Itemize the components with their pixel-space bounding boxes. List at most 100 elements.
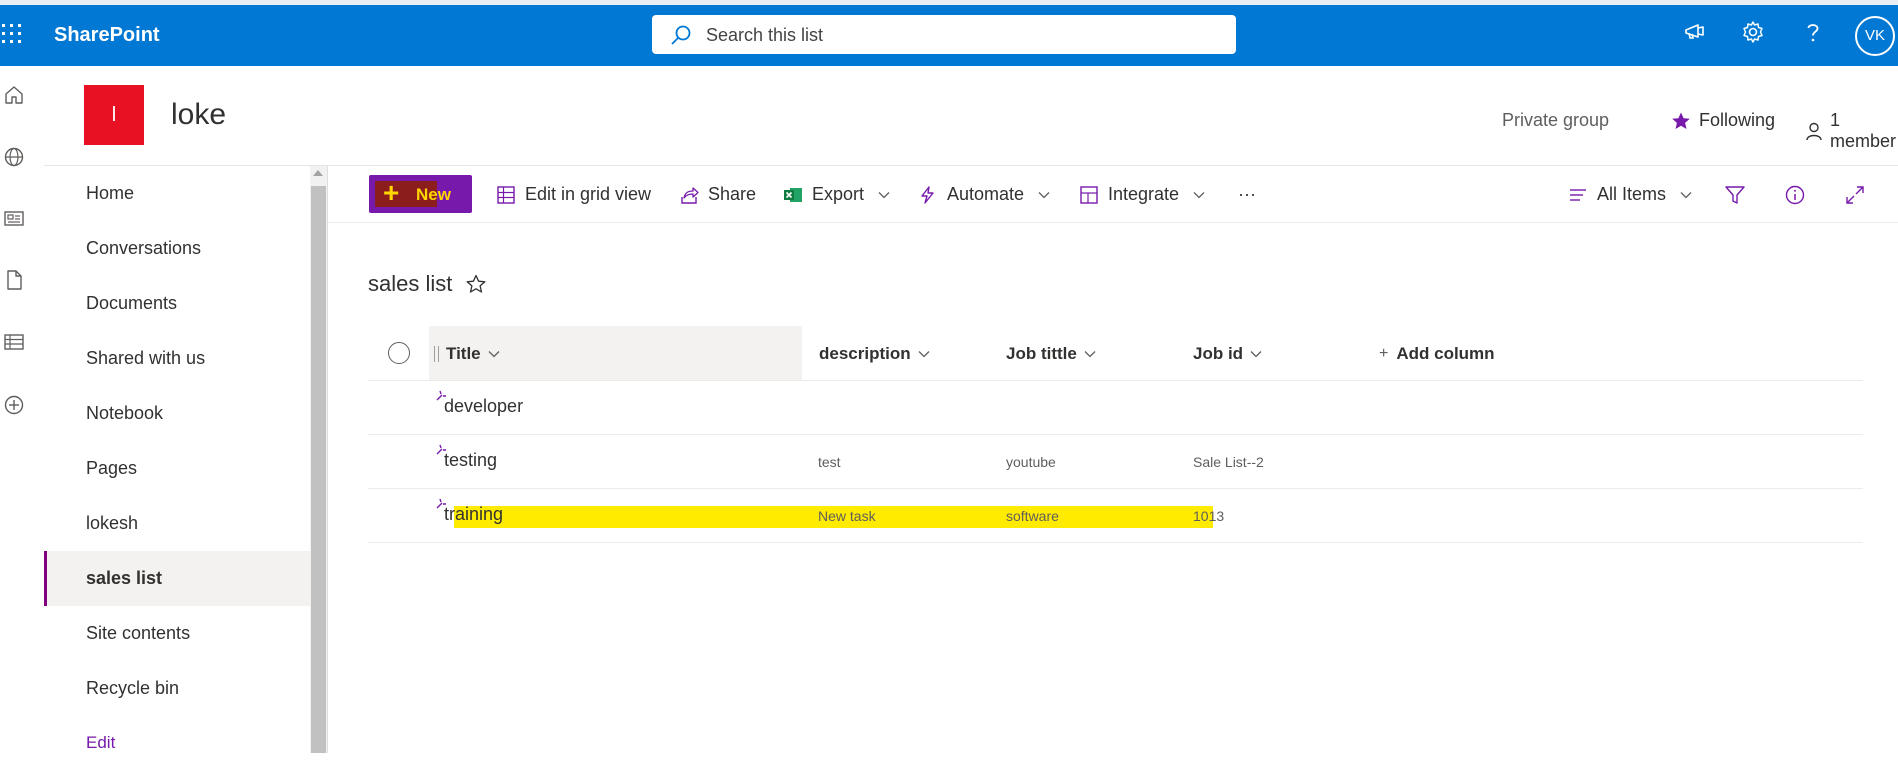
star-filled-icon (1671, 111, 1691, 131)
select-all-checkbox[interactable] (388, 342, 410, 364)
new-button[interactable]: + New (369, 175, 472, 213)
site-logo[interactable]: l (84, 85, 144, 145)
command-bar: + New Edit in grid view Share Export Aut… (328, 166, 1898, 223)
add-column-button[interactable]: + Add column (1379, 344, 1495, 364)
favorite-star-icon[interactable] (466, 274, 486, 294)
info-icon[interactable] (1784, 184, 1806, 206)
nav-item-label: Documents (86, 293, 178, 313)
nav-edit-link[interactable]: Edit (44, 716, 310, 771)
user-avatar[interactable]: VK (1855, 16, 1895, 56)
news-icon[interactable] (3, 207, 25, 229)
search-icon (670, 24, 692, 46)
nav-item-home[interactable]: Home (44, 166, 310, 221)
person-icon (1804, 121, 1824, 141)
new-button-label: New (416, 185, 451, 204)
globe-icon[interactable] (3, 146, 25, 168)
add-column-label: Add column (1396, 344, 1495, 363)
cell-description: New task (818, 508, 876, 524)
nav-item-label: lokesh (86, 513, 139, 533)
cell-title[interactable]: developer (444, 396, 523, 417)
cell-job-id: Sale List--2 (1193, 454, 1264, 470)
table-row[interactable]: training New task software 1013 (368, 489, 1863, 543)
nav-item-lokesh[interactable]: lokesh (44, 496, 310, 551)
view-label: All Items (1597, 184, 1667, 204)
megaphone-icon[interactable] (1683, 20, 1707, 44)
share-label: Share (708, 184, 757, 204)
nav-item-label: Recycle bin (86, 678, 180, 698)
automate-button[interactable]: Automate (918, 184, 1051, 205)
nav-item-label: Notebook (86, 403, 164, 423)
nav-item-shared-with-us[interactable]: Shared with us (44, 331, 310, 386)
members-label: 1 member (1830, 110, 1897, 151)
nav-item-label: Site contents (86, 623, 191, 643)
nav-item-documents[interactable]: Documents (44, 276, 310, 331)
scroll-up-arrow[interactable] (313, 170, 323, 176)
cell-title[interactable]: testing (444, 450, 497, 471)
search-box[interactable]: Search this list (652, 15, 1236, 54)
nav-item-pages[interactable]: Pages (44, 441, 310, 496)
column-header-job-tittle[interactable]: Job tittle (1006, 344, 1097, 364)
export-button[interactable]: Export (783, 184, 891, 205)
edit-grid-button[interactable]: Edit in grid view (496, 184, 651, 205)
site-header: l loke Private group Following 1 member (44, 66, 1898, 166)
expand-icon[interactable] (1844, 184, 1866, 206)
excel-icon (783, 185, 803, 205)
chevron-down-icon (1192, 188, 1206, 202)
top-strip (0, 0, 1898, 5)
plus-icon: + (383, 177, 400, 208)
suite-bar: SharePoint Search this list VK (0, 0, 1898, 66)
cell-job-title: software (1006, 508, 1059, 524)
edit-grid-label: Edit in grid view (525, 184, 652, 204)
search-input[interactable]: Search this list (706, 25, 823, 46)
integrate-label: Integrate (1108, 184, 1180, 204)
nav-item-label: Conversations (86, 238, 202, 258)
column-header-label: Job tittle (1006, 344, 1077, 363)
app-launcher-icon[interactable] (0, 22, 26, 48)
more-actions-button[interactable]: ··· (1238, 184, 1256, 205)
chevron-down-icon (917, 347, 931, 361)
list-icon[interactable] (3, 331, 25, 353)
help-icon[interactable] (1801, 20, 1825, 44)
share-icon (679, 185, 699, 205)
filter-icon[interactable] (1724, 184, 1746, 206)
view-switcher[interactable]: All Items (1568, 184, 1693, 205)
share-button[interactable]: Share (679, 184, 756, 205)
gear-icon[interactable] (1741, 20, 1765, 44)
following-button[interactable]: Following (1671, 110, 1775, 131)
automate-icon (918, 185, 938, 205)
column-header-label: description (819, 344, 911, 363)
chevron-down-icon (1679, 188, 1693, 202)
nav-item-site-contents[interactable]: Site contents (44, 606, 310, 661)
file-icon[interactable] (3, 269, 25, 291)
nav-item-sales-list[interactable]: sales list (44, 551, 310, 606)
column-header-title[interactable]: Title (434, 344, 501, 364)
automate-label: Automate (947, 184, 1025, 204)
following-label: Following (1699, 110, 1776, 130)
column-header-description[interactable]: description (819, 344, 931, 364)
create-icon[interactable] (3, 394, 25, 416)
chevron-down-icon (877, 188, 891, 202)
site-title[interactable]: loke (171, 98, 226, 132)
nav-item-conversations[interactable]: Conversations (44, 221, 310, 276)
table-row[interactable]: developer (368, 381, 1863, 435)
nav-scrollbar[interactable] (310, 166, 327, 753)
nav-divider (327, 166, 328, 753)
nav-item-notebook[interactable]: Notebook (44, 386, 310, 441)
column-header-job-id[interactable]: Job id (1193, 344, 1263, 364)
column-header-label: Title (446, 344, 481, 363)
scrollbar-thumb[interactable] (311, 186, 326, 753)
app-brand[interactable]: SharePoint (54, 24, 160, 47)
chevron-down-icon (1083, 347, 1097, 361)
list-title-area: sales list (368, 271, 486, 297)
app-rail (0, 66, 45, 753)
nav-item-recycle-bin[interactable]: Recycle bin (44, 661, 310, 716)
home-icon[interactable] (3, 84, 25, 106)
integrate-button[interactable]: Integrate (1079, 184, 1206, 205)
site-navigation: Home Conversations Documents Shared with… (44, 166, 310, 753)
members-button[interactable]: 1 member (1804, 110, 1898, 152)
chevron-down-icon (487, 347, 501, 361)
plus-icon: + (1379, 345, 1389, 362)
table-row[interactable]: testing test youtube Sale List--2 (368, 435, 1863, 489)
cell-title[interactable]: training (444, 504, 503, 525)
privacy-label: Private group (1502, 110, 1610, 130)
